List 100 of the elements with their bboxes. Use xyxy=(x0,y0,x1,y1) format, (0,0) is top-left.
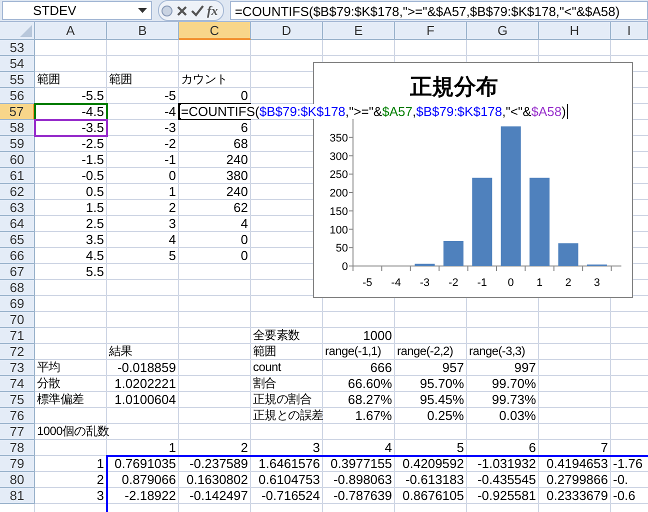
table-cell[interactable]: -0.925581 xyxy=(467,488,538,503)
row-header[interactable]: 58 xyxy=(0,120,35,136)
table-cell[interactable]: range(-1,1) xyxy=(323,344,394,359)
table-cell[interactable]: -1 xyxy=(107,152,178,167)
table-cell[interactable]: -0.613183 xyxy=(395,472,466,487)
table-cell[interactable]: 1 xyxy=(35,456,106,471)
row-header[interactable]: 55 xyxy=(0,72,35,88)
table-cell[interactable]: 3.5 xyxy=(35,232,106,247)
row-header[interactable]: 56 xyxy=(0,88,35,104)
dropdown-caret-icon[interactable] xyxy=(138,8,147,14)
table-cell[interactable]: -0.787639 xyxy=(323,488,394,503)
column-header[interactable]: D xyxy=(251,22,323,40)
table-cell[interactable]: 4.5 xyxy=(35,248,106,263)
table-cell[interactable]: 0 xyxy=(107,168,178,183)
name-box[interactable]: STDEV xyxy=(2,1,152,20)
row-header[interactable]: 67 xyxy=(0,264,35,280)
table-cell[interactable]: -0.237589 xyxy=(179,456,250,471)
table-cell[interactable]: 標準偏差 xyxy=(35,392,106,407)
table-cell[interactable]: -1.5 xyxy=(35,152,106,167)
table-cell[interactable]: -2.18922 xyxy=(107,488,178,503)
column-header[interactable]: A xyxy=(35,22,107,40)
table-cell[interactable]: -5.5 xyxy=(35,88,106,103)
table-cell[interactable]: 全要素数 xyxy=(251,328,322,343)
table-cell[interactable]: 0.7691035 xyxy=(107,456,178,471)
row-header[interactable]: 57 xyxy=(0,104,35,120)
row-header[interactable]: 76 xyxy=(0,408,35,424)
table-cell[interactable]: -2.5 xyxy=(35,136,106,151)
table-cell[interactable]: 2.5 xyxy=(35,216,106,231)
table-cell[interactable]: 5 xyxy=(395,440,466,455)
row-header[interactable]: 80 xyxy=(0,472,35,488)
table-cell[interactable]: 0.2799866 xyxy=(539,472,610,487)
row-header[interactable]: 74 xyxy=(0,376,35,392)
table-cell[interactable]: 1.0100604 xyxy=(107,392,178,407)
column-header[interactable]: H xyxy=(539,22,611,40)
table-cell[interactable]: 3 xyxy=(107,216,178,231)
check-icon[interactable] xyxy=(191,4,204,16)
table-cell[interactable]: 6 xyxy=(179,120,250,135)
table-cell[interactable]: 0.8676105 xyxy=(395,488,466,503)
row-header[interactable]: 62 xyxy=(0,184,35,200)
table-cell[interactable]: 95.45% xyxy=(395,392,466,407)
table-cell[interactable]: 4 xyxy=(107,232,178,247)
table-cell[interactable]: 666 xyxy=(323,360,394,375)
insert-function-button[interactable]: fx xyxy=(207,2,218,18)
table-cell[interactable]: -1.031932 xyxy=(467,456,538,471)
column-header[interactable]: F xyxy=(395,22,467,40)
row-header[interactable]: 73 xyxy=(0,360,35,376)
row-header[interactable]: 53 xyxy=(0,40,35,56)
table-cell[interactable]: 3 xyxy=(35,488,106,503)
row-header[interactable]: 60 xyxy=(0,152,35,168)
table-cell[interactable]: -2 xyxy=(107,136,178,151)
table-cell[interactable]: -4.5 xyxy=(35,104,106,119)
table-cell[interactable]: 7 xyxy=(539,440,610,455)
table-cell[interactable]: 1.6461576 xyxy=(251,456,322,471)
table-cell[interactable]: 1.67% xyxy=(323,408,394,423)
row-header[interactable]: 59 xyxy=(0,136,35,152)
table-cell[interactable]: 0.2333679 xyxy=(539,488,610,503)
table-cell[interactable]: 結果 xyxy=(107,344,178,359)
table-cell[interactable]: 68 xyxy=(179,136,250,151)
table-cell[interactable]: -0.898063 xyxy=(323,472,394,487)
table-cell[interactable]: 2 xyxy=(107,200,178,215)
table-cell[interactable]: 割合 xyxy=(251,376,322,391)
row-header[interactable]: 69 xyxy=(0,296,35,312)
table-cell[interactable]: 0 xyxy=(179,88,250,103)
row-header[interactable]: 64 xyxy=(0,216,35,232)
row-header[interactable]: 61 xyxy=(0,168,35,184)
table-cell[interactable]: 1000個の乱数 xyxy=(35,424,112,439)
table-cell[interactable]: 0.03% xyxy=(467,408,538,423)
table-cell[interactable]: 0 xyxy=(179,248,250,263)
table-cell[interactable]: 0.4209592 xyxy=(395,456,466,471)
table-cell[interactable]: 正規の割合 xyxy=(251,392,322,407)
table-cell[interactable]: 380 xyxy=(179,168,250,183)
cancel-icon[interactable] xyxy=(176,4,188,16)
table-cell[interactable]: 1 xyxy=(107,184,178,199)
table-cell[interactable]: 6 xyxy=(467,440,538,455)
column-header[interactable]: E xyxy=(323,22,395,40)
row-header[interactable]: 66 xyxy=(0,248,35,264)
column-header[interactable]: C xyxy=(179,22,251,40)
row-header[interactable]: 68 xyxy=(0,280,35,296)
table-cell[interactable]: -0. xyxy=(611,472,648,487)
table-cell[interactable]: 3 xyxy=(251,440,322,455)
table-cell[interactable]: -1.76 xyxy=(611,456,648,471)
table-cell[interactable]: 68.27% xyxy=(323,392,394,407)
grip-icon[interactable] xyxy=(161,4,173,16)
table-cell[interactable]: 2 xyxy=(179,440,250,455)
table-cell[interactable]: 範囲 xyxy=(35,72,106,87)
column-header[interactable]: G xyxy=(467,22,539,40)
row-header[interactable]: 54 xyxy=(0,56,35,72)
column-header[interactable]: I xyxy=(611,22,648,40)
table-cell[interactable]: -0.5 xyxy=(35,168,106,183)
table-cell[interactable]: 66.60% xyxy=(323,376,394,391)
table-cell[interactable]: 62 xyxy=(179,200,250,215)
table-cell[interactable]: range(-3,3) xyxy=(467,344,538,359)
row-header[interactable]: 70 xyxy=(0,312,35,328)
table-cell[interactable]: 1.5 xyxy=(35,200,106,215)
table-cell[interactable]: 範囲 xyxy=(107,72,178,87)
column-header[interactable]: B xyxy=(107,22,179,40)
table-cell[interactable]: 4 xyxy=(179,216,250,231)
table-cell[interactable]: 範囲 xyxy=(251,344,322,359)
table-cell[interactable]: 997 xyxy=(467,360,538,375)
row-header[interactable]: 78 xyxy=(0,440,35,456)
